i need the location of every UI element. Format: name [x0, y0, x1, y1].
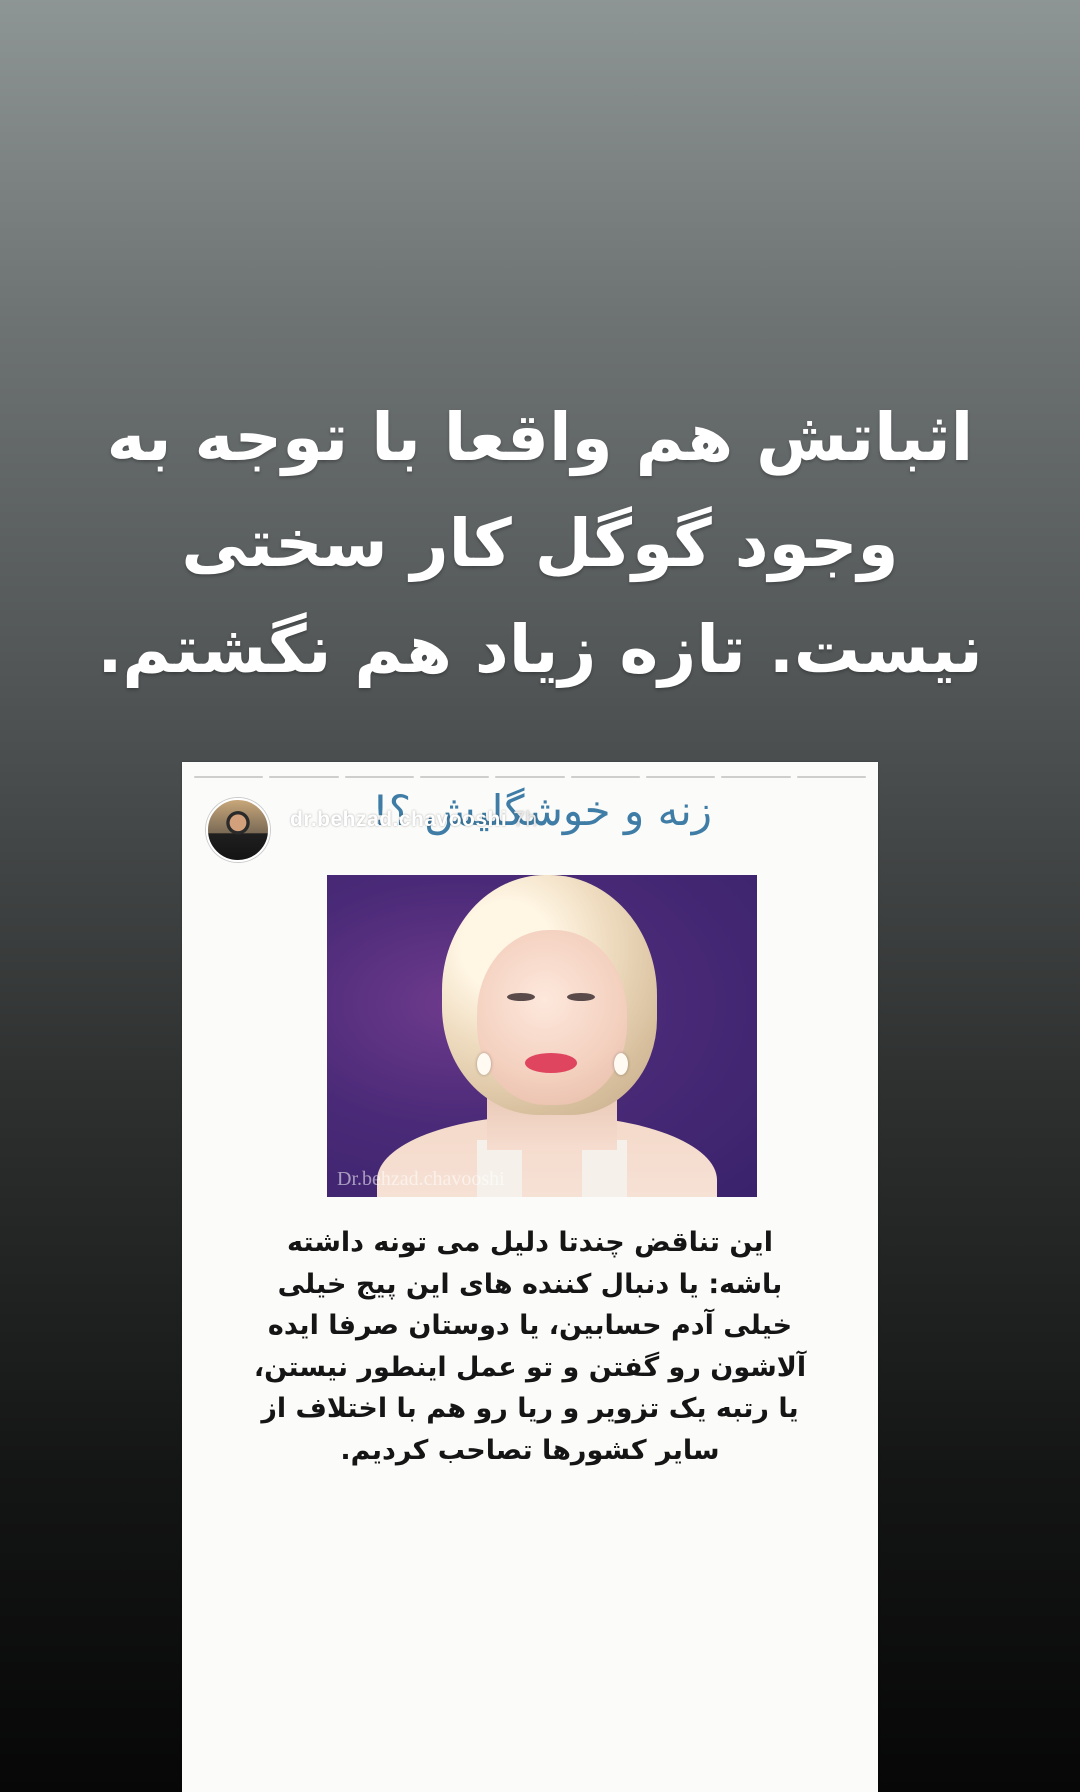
progress-segment	[269, 776, 339, 778]
photo-eye	[567, 993, 595, 1001]
body-line: یا رتبه یک تزویر و ریا رو هم با اختلاف ا…	[261, 1393, 799, 1424]
shared-post-card[interactable]: زنه و خوشگلیش ؟! dr.behzad.chavooshi 7h D…	[182, 762, 878, 1792]
photo-lips	[525, 1053, 577, 1073]
photo-earring	[614, 1053, 628, 1075]
post-time: 7h	[513, 808, 538, 831]
username[interactable]: dr.behzad.chavooshi	[290, 808, 507, 831]
body-line: این تناقض چندتا دلیل می تونه داشته	[286, 1227, 774, 1258]
post-body-text: این تناقض چندتا دلیل می تونه داشته باشه:…	[212, 1222, 848, 1471]
story-caption: اثباتش هم واقعا با توجه به وجود گوگل کار…	[90, 385, 990, 703]
photo-face	[477, 930, 627, 1105]
body-line: خیلی آدم حسابین، یا دوستان صرفا ایده	[267, 1310, 793, 1341]
progress-segment	[194, 776, 264, 778]
body-line: آلاشون رو گفتن و تو عمل اینطور نیستن،	[253, 1351, 807, 1383]
avatar[interactable]	[206, 798, 270, 862]
photo-eye	[507, 993, 535, 1001]
photo-earring	[477, 1053, 491, 1075]
caption-line: وجود گوگل کار سختی	[181, 505, 899, 582]
post-author[interactable]: dr.behzad.chavooshi 7h	[290, 808, 538, 832]
progress-segment	[796, 776, 866, 778]
caption-line: اثباتش هم واقعا با توجه به	[106, 399, 974, 476]
image-watermark: Dr.behzad.chavooshi	[337, 1168, 505, 1190]
body-line: سایر کشورها تصاحب کردیم.	[340, 1434, 720, 1466]
post-photo: Dr.behzad.chavooshi	[327, 875, 757, 1197]
body-line: باشه: یا دنبال کننده های این پیج خیلی	[277, 1268, 783, 1300]
caption-line: نیست. تازه زیاد هم نگشتم.	[97, 611, 983, 688]
